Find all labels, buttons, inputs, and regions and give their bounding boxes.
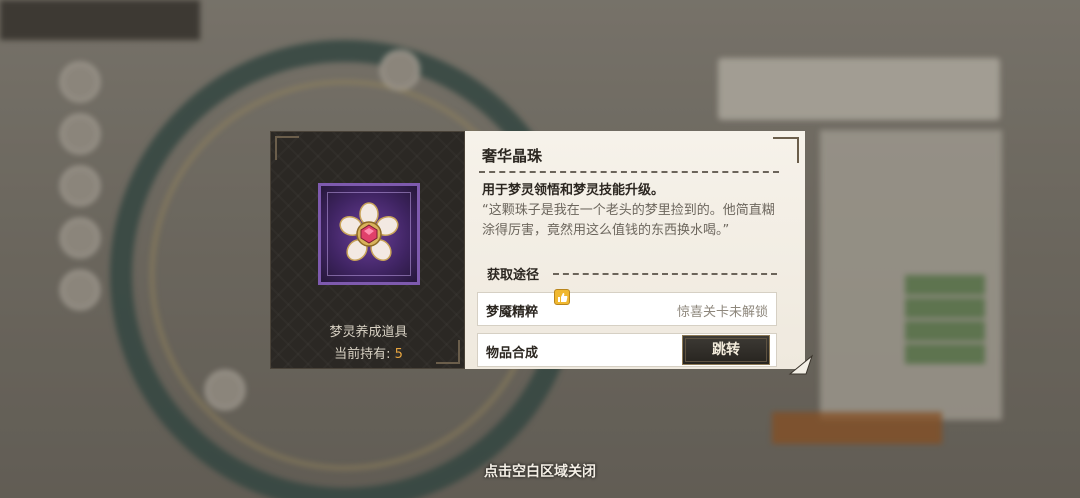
sources-heading: 获取途径	[487, 268, 540, 283]
corner-ornament	[275, 136, 299, 160]
item-icon-frame	[318, 183, 420, 285]
close-hint[interactable]: 点击空白区域关闭	[0, 461, 1080, 481]
pointer-arrow-icon	[788, 354, 814, 375]
source-status: 惊喜关卡未解锁	[676, 305, 768, 320]
item-type-label: 梦灵养成道具	[329, 325, 408, 340]
source-name: 物品合成	[486, 346, 539, 361]
jewel-flower-icon	[339, 202, 399, 261]
divider	[479, 171, 779, 173]
source-name: 梦魇精粹	[486, 305, 539, 320]
owned-label: 当前持有:	[334, 347, 391, 362]
item-preview-pane: 梦灵养成道具 当前持有: 5	[270, 131, 465, 369]
jump-button[interactable]: 跳转	[682, 335, 770, 365]
divider	[553, 273, 777, 275]
item-title: 奢华晶珠	[482, 147, 543, 165]
owned-number: 5	[394, 347, 403, 362]
item-usage: 用于梦灵领悟和梦灵技能升级。	[482, 183, 665, 198]
owned-count: 当前持有: 5	[271, 343, 466, 362]
corner-ornament	[773, 137, 799, 163]
item-info-pane: 奢华晶珠 用于梦灵领悟和梦灵技能升级。 “这颗珠子是我在一个老头的梦里捡到的。他…	[465, 131, 805, 369]
source-row: 物品合成 跳转	[477, 333, 777, 367]
thumbs-up-icon	[554, 289, 570, 305]
item-flavor-text: “这颗珠子是我在一个老头的梦里捡到的。他简直糊涂得厉害，竟然用这么值钱的东西换水…	[482, 203, 775, 238]
item-detail-popup: 梦灵养成道具 当前持有: 5 奢华晶珠 用于梦灵领悟和梦灵技能升级。 “这颗珠子…	[270, 131, 805, 369]
source-row: 梦魇精粹 惊喜关卡未解锁	[477, 289, 777, 326]
